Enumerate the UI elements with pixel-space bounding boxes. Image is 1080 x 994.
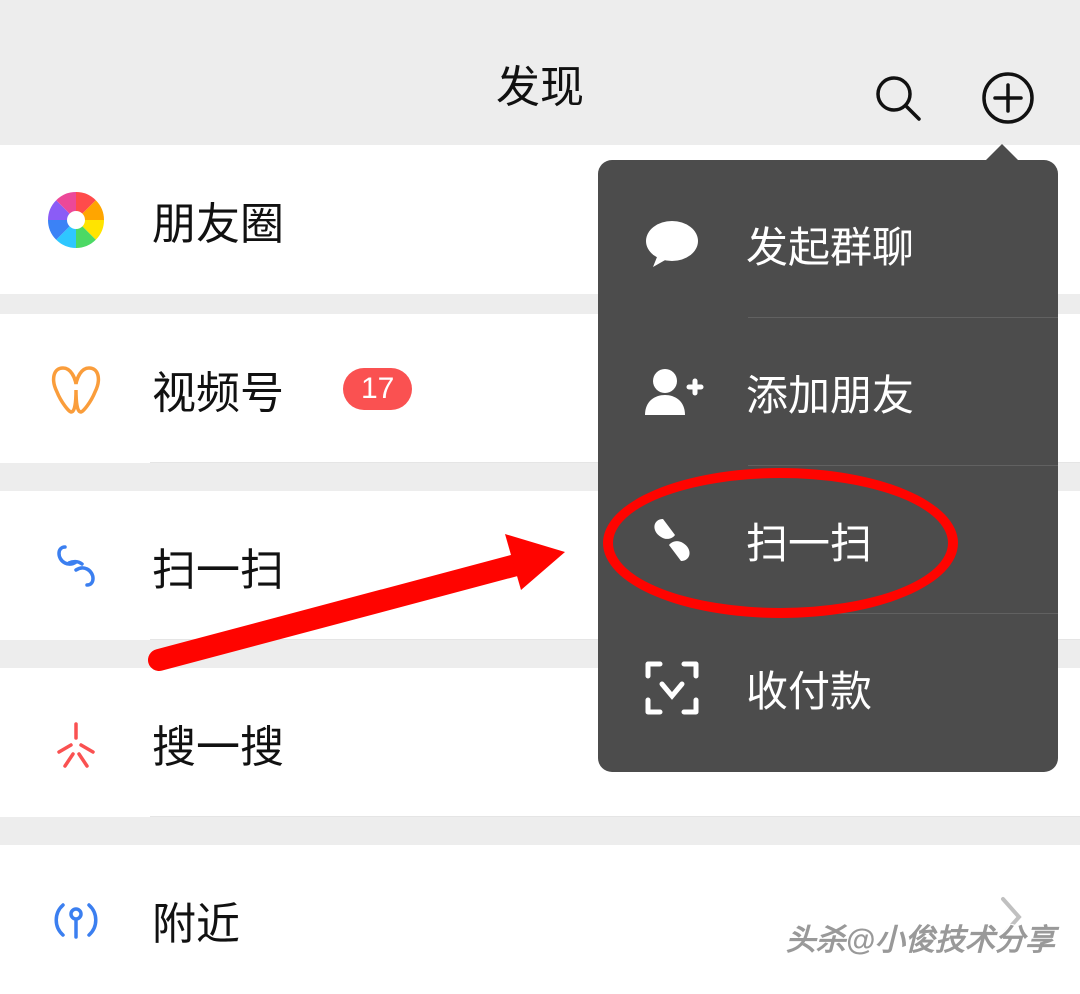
search-icon — [873, 73, 923, 123]
list-item-label: 朋友圈 — [152, 188, 284, 252]
dropdown-label: 添加朋友 — [746, 362, 914, 423]
dropdown-item-group-chat[interactable]: 发起群聊 — [598, 170, 1058, 318]
dropdown-item-payment[interactable]: 收付款 — [598, 614, 1058, 762]
page-title: 发现 — [496, 51, 584, 115]
dropdown-item-add-friend[interactable]: 添加朋友 — [598, 318, 1058, 466]
divider — [150, 816, 1080, 817]
scan-icon — [45, 535, 107, 597]
list-item-label: 搜一搜 — [152, 711, 284, 775]
header-actions — [870, 70, 1035, 125]
dropdown-item-scan[interactable]: 扫一扫 — [598, 466, 1058, 614]
list-item-label: 扫一扫 — [152, 534, 284, 598]
chat-bubble-icon — [638, 210, 706, 278]
add-button[interactable] — [980, 70, 1035, 125]
channels-badge: 17 — [343, 368, 412, 410]
scan-qr-icon — [638, 506, 706, 574]
payment-icon — [638, 654, 706, 722]
add-friend-icon — [638, 358, 706, 426]
moments-icon — [45, 189, 107, 251]
list-item-label: 附近 — [152, 888, 240, 952]
plus-dropdown-menu: 发起群聊 添加朋友 扫一扫 — [598, 160, 1058, 772]
dropdown-label: 扫一扫 — [746, 510, 872, 571]
plus-circle-icon — [981, 71, 1035, 125]
channels-icon — [45, 358, 107, 420]
search-discover-icon — [45, 712, 107, 774]
dropdown-label: 收付款 — [746, 658, 872, 719]
watermark: 头杀@小俊技术分享 — [786, 915, 1055, 959]
header: 发现 — [0, 0, 1080, 145]
dropdown-label: 发起群聊 — [746, 214, 914, 275]
search-button[interactable] — [870, 70, 925, 125]
nearby-icon — [45, 889, 107, 951]
list-item-label: 视频号 — [152, 357, 284, 421]
